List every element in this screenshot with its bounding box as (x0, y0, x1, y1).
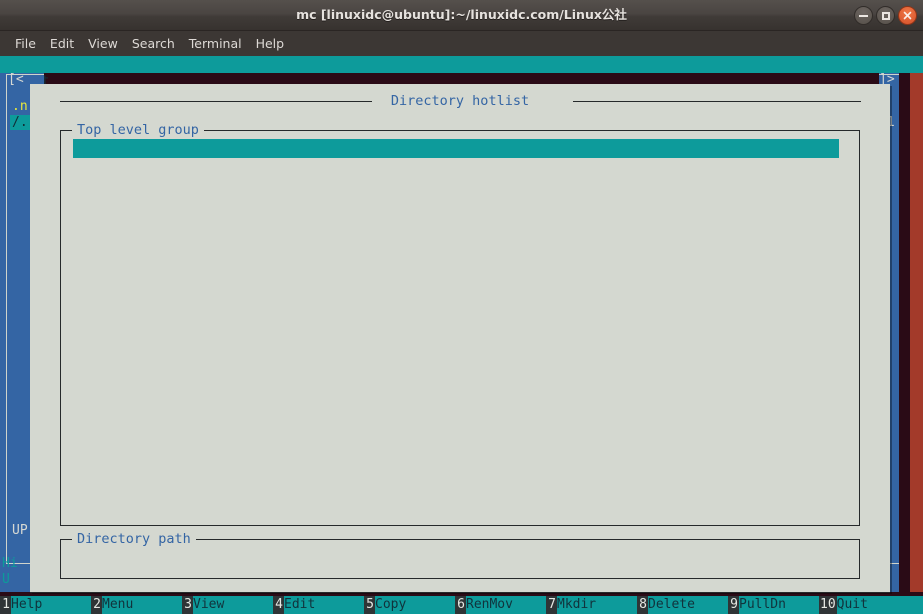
fkey-6[interactable]: 6 RenMov (455, 596, 546, 614)
maximize-icon (881, 11, 890, 20)
fkey-3-label: View (193, 596, 273, 614)
fkey-8-num: 8 (637, 596, 648, 614)
fkey-5-num: 5 (364, 596, 375, 614)
fkey-5[interactable]: 5 Copy (364, 596, 455, 614)
hotlist-listbox[interactable] (61, 131, 859, 525)
fkey-6-label: RenMov (466, 596, 546, 614)
fkey-3[interactable]: 3 View (182, 596, 273, 614)
dialog-title: Directory hotlist (390, 93, 530, 109)
window-controls (854, 6, 917, 25)
maximize-button[interactable] (876, 6, 895, 25)
fkey-4-num: 4 (273, 596, 284, 614)
terminal-scroll-edge (910, 73, 923, 592)
mc-hint-line-2: U (2, 572, 10, 587)
close-button[interactable] (898, 6, 917, 25)
close-icon (903, 11, 912, 20)
fkey-10-num: 10 (819, 596, 837, 614)
directory-hotlist-dialog: Directory hotlist Top level group Direct… (30, 84, 890, 593)
fkey-7-num: 7 (546, 596, 557, 614)
fkey-10[interactable]: 10 Quit (819, 596, 911, 614)
fkey-3-num: 3 (182, 596, 193, 614)
left-panel-arrow: [< (8, 73, 24, 87)
fkey-1[interactable]: 1 Help (0, 596, 91, 614)
minimize-button[interactable] (854, 6, 873, 25)
left-panel-entry-hidden[interactable]: .n (12, 99, 28, 114)
fkey-6-num: 6 (455, 596, 466, 614)
fkey-9[interactable]: 9 PullDn (728, 596, 819, 614)
fkey-4[interactable]: 4 Edit (273, 596, 364, 614)
gnome-menu-file[interactable]: File (8, 34, 43, 53)
mc-hint-line-1: Hi (2, 556, 18, 571)
fkey-1-num: 1 (0, 596, 11, 614)
dialog-button-separator (30, 592, 890, 593)
fkey-8[interactable]: 8 Delete (637, 596, 728, 614)
gnome-terminal-menubar: File Edit View Search Terminal Help (0, 31, 923, 56)
fkey-7[interactable]: 7 Mkdir (546, 596, 637, 614)
fkey-2-label: Menu (102, 596, 182, 614)
window-title: mc [linuxidc@ubuntu]:~/linuxidc.com/Linu… (296, 7, 627, 22)
gnome-menu-search[interactable]: Search (125, 34, 182, 53)
screen-root: mc [linuxidc@ubuntu]:~/linuxidc.com/Linu… (0, 0, 923, 614)
fkey-5-label: Copy (375, 596, 455, 614)
minimize-icon (859, 14, 868, 17)
directory-path-value (61, 540, 859, 578)
terminal-right-gap (899, 73, 910, 592)
fkey-10-label: Quit (836, 596, 911, 614)
fkey-9-num: 9 (728, 596, 739, 614)
fkey-bar-filler (910, 596, 923, 614)
left-panel-entry-selected[interactable]: /. (10, 115, 30, 131)
fkey-4-label: Edit (284, 596, 364, 614)
fkey-1-label: Help (11, 596, 91, 614)
fkey-8-label: Delete (648, 596, 728, 614)
hotlist-selected-row[interactable] (73, 139, 839, 158)
left-panel-up-label[interactable]: UP (12, 523, 28, 538)
fkey-2-num: 2 (91, 596, 102, 614)
terminal-area: Left File Command Options Right [< .n /.… (0, 56, 923, 614)
gnome-menu-edit[interactable]: Edit (43, 34, 81, 53)
window-titlebar: mc [linuxidc@ubuntu]:~/linuxidc.com/Linu… (0, 0, 923, 31)
mc-menubar: Left File Command Options Right (0, 56, 923, 157)
fkey-2[interactable]: 2 Menu (91, 596, 182, 614)
function-key-bar: 1 Help 2 Menu 3 View 4 Edit 5 Copy 6 RenMov 7M… (0, 596, 923, 614)
fkey-7-label: Mkdir (557, 596, 637, 614)
gnome-menu-view[interactable]: View (81, 34, 125, 53)
fkey-9-label: PullDn (739, 596, 819, 614)
gnome-menu-help[interactable]: Help (249, 34, 292, 53)
gnome-menu-terminal[interactable]: Terminal (182, 34, 249, 53)
